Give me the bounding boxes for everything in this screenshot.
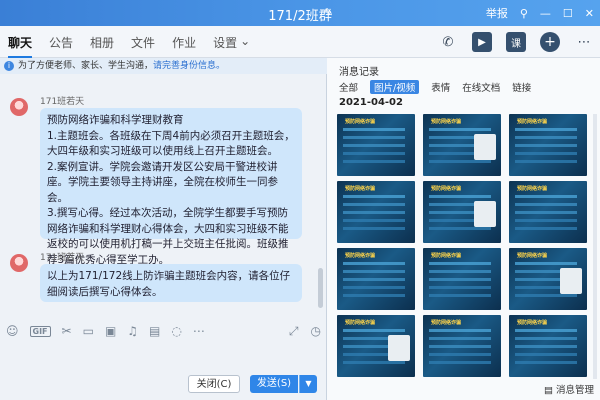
avatar[interactable]	[10, 254, 28, 272]
maximize-icon[interactable]: ☐	[563, 7, 573, 20]
expand-icon[interactable]: ⤢	[289, 324, 299, 339]
edit-icon[interactable]: ✎	[324, 6, 333, 19]
image-thumbnail[interactable]: 预防网络诈骗	[337, 248, 415, 310]
message-line: 2.案例宣讲。学院会邀请开发区公安局干警进校讲座。学院主要领导主持讲座，全院在校…	[47, 160, 278, 204]
emoji-icon[interactable]: ☺	[6, 324, 19, 338]
send-button[interactable]: 发送(S)	[250, 375, 298, 393]
tab-files[interactable]: 文件	[131, 34, 155, 58]
message-manage-icon: ▤	[543, 385, 556, 396]
message-bubble[interactable]: 预防网络诈骗和科学理财教育 1.主题班会。各班级在下周4前内必须召开主题班会，大…	[40, 108, 302, 266]
music-icon[interactable]: ♫	[127, 324, 138, 338]
phone-icon[interactable]: ✆	[438, 32, 458, 52]
complete-identity-link[interactable]: 请完善身份信息。	[153, 61, 225, 71]
more-icon[interactable]: ⋯	[574, 32, 594, 52]
message-records-panel: 消息记录 全部 图片/视频 表情 在线文档 链接 2021-04-02 预防网络…	[327, 58, 600, 400]
tab-settings[interactable]: 设置	[213, 34, 237, 58]
input-toolbar: ☺ GIF ✂ ▭ ▣ ♫ ▤ ◌ ⋯ ⤢ ◷	[0, 320, 327, 342]
pin-icon[interactable]: ⚲	[520, 7, 528, 20]
settings-chevron-icon[interactable]: ⌄	[240, 34, 250, 58]
media-grid: 预防网络诈骗 预防网络诈骗 预防网络诈骗 预防网络诈骗 预防网络诈骗 预防网络诈…	[337, 114, 587, 379]
gif-icon[interactable]: GIF	[29, 325, 51, 337]
image-thumbnail[interactable]: 预防网络诈骗	[509, 248, 587, 310]
image-thumbnail[interactable]: 预防网络诈骗	[337, 315, 415, 377]
red-packet-icon[interactable]: ▤	[149, 324, 160, 338]
send-options-chevron-icon[interactable]: ▼	[299, 375, 317, 393]
minimize-icon[interactable]: —	[540, 7, 551, 20]
scissors-icon[interactable]: ✂	[62, 324, 72, 338]
identity-notice: i 为了方便老师、家长、学生沟通，请完善身份信息。	[0, 58, 327, 74]
message-manage-label: 消息管理	[555, 385, 594, 396]
tab-bar: 聊天 公告 相册 文件 作业 设置 ⌄ ✆ ▶ 课 + ⋯	[0, 26, 600, 58]
image-thumbnail[interactable]: 预防网络诈骗	[337, 181, 415, 243]
message-input[interactable]: 关闭(C) 发送(S) ▼	[0, 342, 327, 400]
image-thumbnail[interactable]: 预防网络诈骗	[423, 114, 501, 176]
message-sender: 171班若天	[40, 97, 85, 107]
title-bar: 171/2班群 ✎ 举报 ⚲ — ☐ ✕	[0, 0, 600, 26]
records-tab-links[interactable]: 链接	[512, 80, 531, 94]
notice-text: 为了方便老师、家长、学生沟通，	[18, 61, 154, 71]
video-icon[interactable]: ▶	[472, 32, 492, 52]
message-line: 3.撰写心得。经过本次活动，全院学生都要手写预防网络诈骗和科学理财心得体会，大四…	[47, 207, 289, 266]
message-manage-button[interactable]: ▤ 消息管理	[544, 382, 594, 396]
info-icon: i	[4, 61, 14, 71]
folder-icon[interactable]: ▭	[83, 324, 94, 338]
records-tab-all[interactable]: 全部	[339, 80, 358, 94]
records-tabs: 全部 图片/视频 表情 在线文档 链接	[339, 80, 531, 94]
message-line: 1.主题班会。各班级在下周4前内必须召开主题班会，大四年级和实习班级可以使用线上…	[47, 129, 295, 158]
close-button[interactable]: 关闭(C)	[188, 375, 240, 393]
add-icon[interactable]: +	[540, 32, 560, 52]
tab-homework[interactable]: 作业	[172, 34, 196, 58]
message-line: 预防网络诈骗和科学理财教育	[47, 114, 184, 126]
chat-scrollbar[interactable]	[318, 268, 323, 308]
message-sender: 171班若天	[40, 253, 85, 263]
records-tab-media[interactable]: 图片/视频	[370, 80, 420, 94]
history-icon[interactable]: ◷	[311, 324, 321, 339]
close-icon[interactable]: ✕	[585, 7, 594, 20]
records-title: 消息记录	[339, 67, 379, 78]
message-bubble[interactable]: 以上为171/172线上防诈骗主题班会内容，请各位仔细阅读后撰写心得体会。	[40, 264, 302, 302]
records-tab-docs[interactable]: 在线文档	[462, 80, 500, 94]
tab-album[interactable]: 相册	[90, 34, 114, 58]
chat-pane: i 为了方便老师、家长、学生沟通，请完善身份信息。 171班若天 预防网络诈骗和科…	[0, 58, 327, 400]
image-icon[interactable]: ▣	[105, 324, 116, 338]
image-thumbnail[interactable]: 预防网络诈骗	[509, 315, 587, 377]
tab-chat[interactable]: 聊天	[8, 34, 33, 58]
image-thumbnail[interactable]: 预防网络诈骗	[509, 181, 587, 243]
tab-announcement[interactable]: 公告	[49, 34, 73, 58]
avatar[interactable]	[10, 98, 28, 116]
image-thumbnail[interactable]: 预防网络诈骗	[423, 315, 501, 377]
records-scrollbar[interactable]	[593, 114, 597, 379]
more-tools-icon[interactable]: ⋯	[193, 324, 205, 338]
image-thumbnail[interactable]: 预防网络诈骗	[509, 114, 587, 176]
image-thumbnail[interactable]: 预防网络诈骗	[337, 114, 415, 176]
classroom-icon[interactable]: 课	[506, 32, 526, 52]
records-tab-emoji[interactable]: 表情	[431, 80, 450, 94]
records-date: 2021-04-02	[339, 97, 403, 108]
image-thumbnail[interactable]: 预防网络诈骗	[423, 181, 501, 243]
chat-bubble-icon[interactable]: ◌	[171, 324, 181, 338]
image-thumbnail[interactable]: 预防网络诈骗	[423, 248, 501, 310]
message-line: 以上为171/172线上防诈骗主题班会内容，请各位仔细阅读后撰写心得体会。	[47, 270, 291, 298]
report-link[interactable]: 举报	[486, 5, 508, 21]
